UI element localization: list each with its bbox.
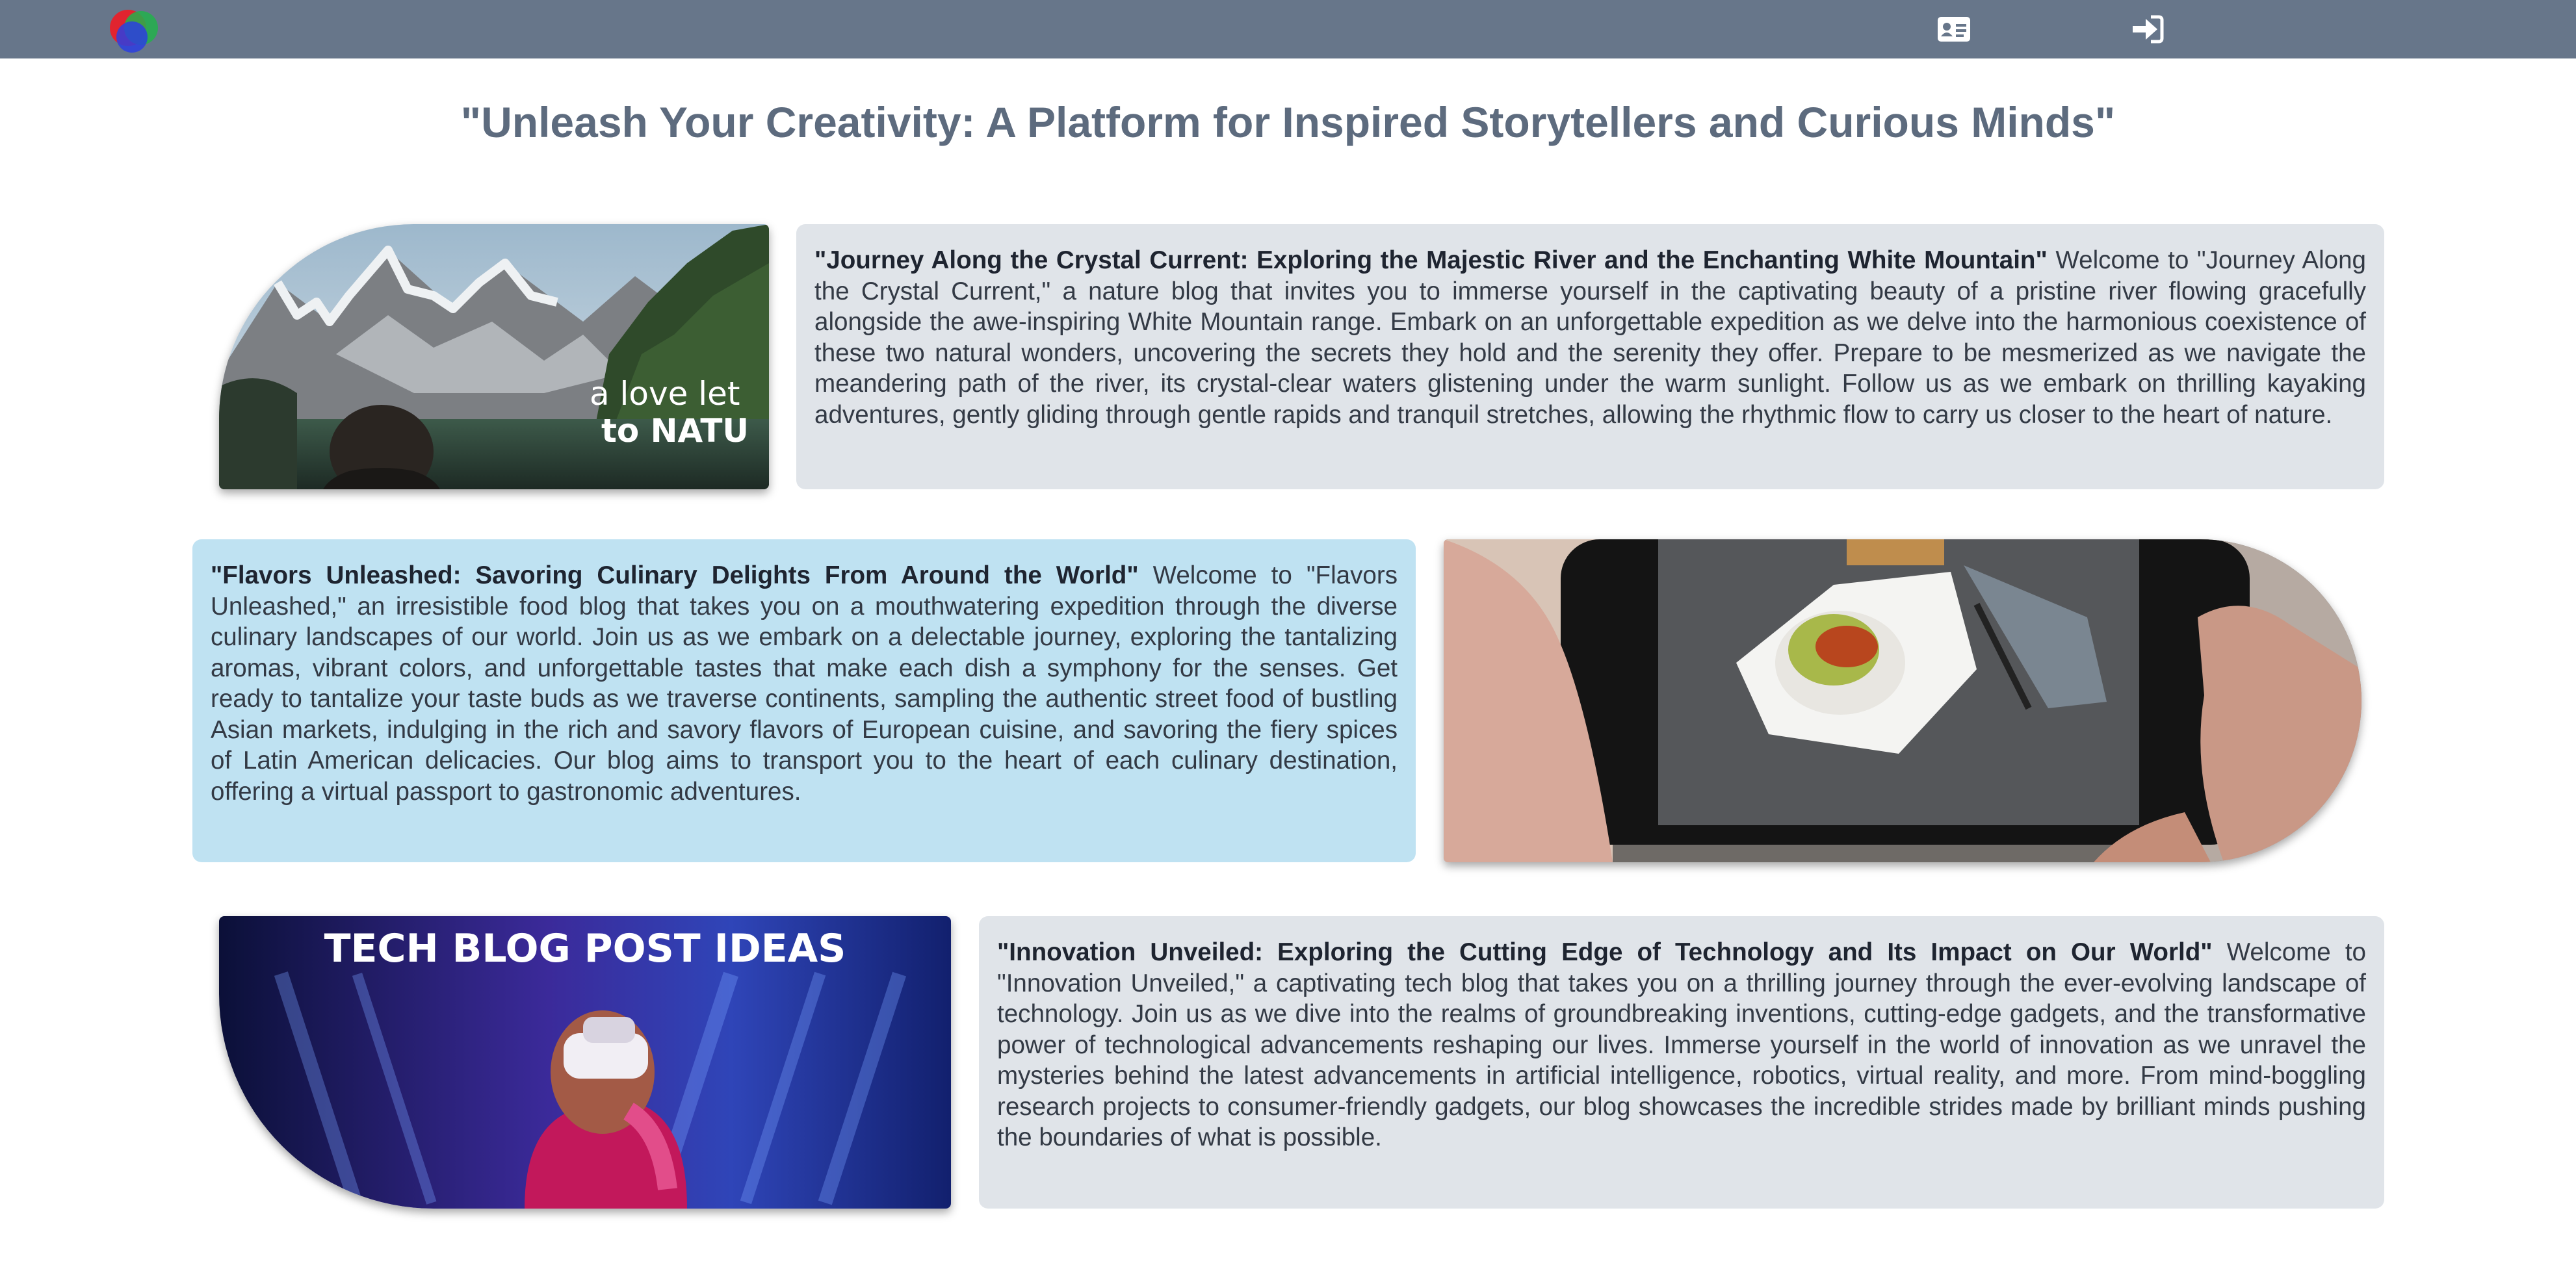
nature-image-text-line1: a love let <box>590 375 740 413</box>
tech-post-image: TECH BLOG POST IDEAS <box>219 916 951 1209</box>
food-post-image <box>1444 539 2361 862</box>
id-card-icon[interactable] <box>1936 13 1972 45</box>
tech-image-text: TECH BLOG POST IDEAS <box>324 926 846 971</box>
top-navbar <box>0 0 2576 58</box>
post-title[interactable]: "Journey Along the Crystal Current: Expl… <box>814 246 2048 274</box>
tech-post-card: "Innovation Unveiled: Exploring the Cutt… <box>979 916 2384 1209</box>
page-title: "Unleash Your Creativity: A Platform for… <box>460 98 2116 146</box>
nature-image-text-line2: to NATU <box>601 412 749 450</box>
three-circles-logo-icon[interactable] <box>101 3 166 55</box>
svg-text:TECH BLOG POST IDEAS: TECH BLOG POST IDEAS <box>324 926 846 971</box>
nature-post-card: "Journey Along the Crystal Current: Expl… <box>796 224 2384 489</box>
post-title[interactable]: "Innovation Unveiled: Exploring the Cutt… <box>997 938 2213 966</box>
svg-text:to NATU: to NATU <box>601 412 749 450</box>
nature-post-image: a love let to NATU <box>219 224 769 489</box>
post-title[interactable]: "Flavors Unleashed: Savoring Culinary De… <box>211 561 1139 589</box>
food-post-card: "Flavors Unleashed: Savoring Culinary De… <box>192 539 1416 862</box>
svg-text:a love let: a love let <box>590 375 740 413</box>
sign-in-icon[interactable] <box>2129 13 2166 45</box>
post-body: Welcome to "Innovation Unveiled," a capt… <box>997 938 2367 1151</box>
post-body: Welcome to "Flavors Unleashed," an irres… <box>211 561 1398 806</box>
